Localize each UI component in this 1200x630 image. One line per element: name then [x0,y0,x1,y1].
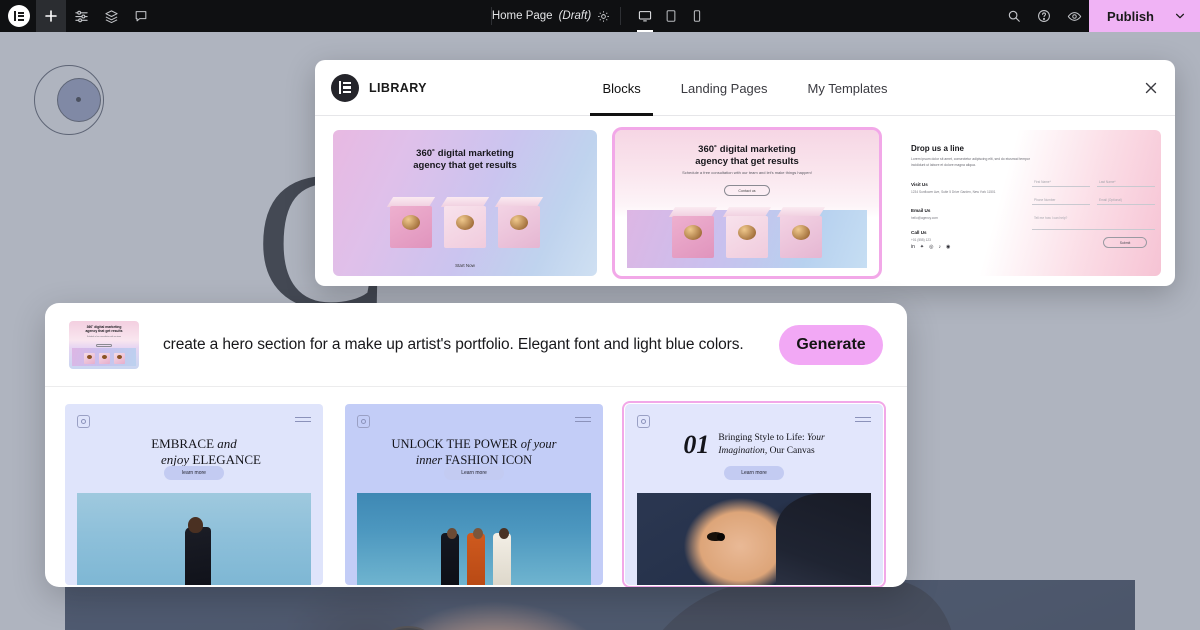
thumbnail-cube-3 [114,353,125,364]
template-3-text-visit: 1234 Sunflower Ave, Suite 5 Drive Garden… [911,190,1011,195]
result-2-person-1 [441,533,459,585]
tab-landing-pages[interactable]: Landing Pages [677,60,772,116]
library-tabs: Blocks Landing Pages My Templates [315,60,1175,116]
result-1-heading: EMBRACE and enjoy ELEGANCE [65,436,323,469]
selected-template-thumbnail[interactable]: 360˚ digital marketingagency that get re… [69,321,139,369]
template-2-subtitle: Schedule a free consultation with our te… [645,170,849,176]
thumbnail-subtitle: Schedule a free consultation with our te… [77,336,131,339]
result-3-number: 01 [683,432,709,458]
library-template-1[interactable]: 360˚ digital marketingagency that get re… [333,130,597,276]
tiktok-icon: ♪ [938,244,941,250]
responsive-mode-group [621,0,709,32]
library-header: LIBRARY Blocks Landing Pages My Template… [315,60,1175,116]
library-template-3[interactable]: Drop us a line Lorem ipsum dolor sit ame… [897,130,1161,276]
template-2-image-strip [627,210,867,268]
library-template-grid: 360˚ digital marketingagency that get re… [315,116,1175,286]
twitter-icon: ✦ [920,244,924,250]
result-1-image [77,493,311,585]
result-3-caption: Bringing Style to Life: YourImagination,… [718,432,824,458]
hamburger-menu-icon[interactable] [855,417,871,425]
template-1-heading: 360˚ digital marketingagency that get re… [333,148,597,173]
pinterest-icon: ◉ [946,244,950,250]
template-3-field-phone-label: Phone Number [1034,198,1055,202]
template-3-label-visit: Visit Us [911,182,928,187]
library-modal: LIBRARY Blocks Landing Pages My Template… [315,60,1175,286]
tablet-icon[interactable] [659,0,683,32]
template-3-field-message-label: Tell me how I can help? [1034,216,1067,220]
result-1-button[interactable]: learn more [164,466,224,480]
tab-my-templates[interactable]: My Templates [804,60,892,116]
template-1-cta: Start Now [333,263,597,268]
result-3-hair [776,493,871,585]
brand-mark-icon [357,415,370,428]
eye-icon[interactable] [1059,0,1089,32]
help-icon[interactable] [1029,0,1059,32]
instagram-icon: ◎ [929,244,933,250]
template-3-social-icons: in ✦ ◎ ♪ ◉ [911,244,950,250]
template-3-field-email-label: Email (Optional) [1099,198,1122,202]
template-3-submit-button[interactable]: Submit [1103,237,1147,248]
gear-icon[interactable] [597,10,610,23]
thumbnail-cta [96,344,112,348]
result-3-pupil [717,533,725,541]
template-2-cubes [627,198,867,258]
result-3-image [637,493,871,585]
ai-prompt-panel: 360˚ digital marketingagency that get re… [45,303,907,587]
page-title: Home Page [492,10,553,22]
brand-mark-icon [77,415,90,428]
search-icon[interactable] [999,0,1029,32]
template-1-cubes [333,188,597,248]
library-template-2[interactable]: 360˚ digital marketingagency that get re… [615,130,879,276]
result-2-image [357,493,591,585]
template-3-text-call: +01 (555) 123 [911,238,931,243]
result-card-1[interactable]: EMBRACE and enjoy ELEGANCE learn more [65,404,323,585]
result-1-person-head [188,517,203,533]
result-card-2[interactable]: UNLOCK THE POWER of your inner FASHION I… [345,404,603,585]
result-2-person-3 [493,533,511,585]
brand-mark-icon [637,415,650,428]
linkedin-icon: in [911,244,915,250]
thumbnail-image-strip [72,348,136,366]
chevron-down-icon[interactable] [1174,10,1186,22]
template-3-heading: Drop us a line [911,144,964,153]
desktop-icon[interactable] [633,0,657,32]
ai-results-grid: EMBRACE and enjoy ELEGANCE learn more UN… [45,387,907,587]
mobile-icon[interactable] [685,0,709,32]
template-3-field-first-name-label: First Name* [1034,180,1051,184]
result-1-person [185,527,211,585]
result-2-heading: UNLOCK THE POWER of your inner FASHION I… [345,436,603,468]
template-3-label-call: Call Us [911,230,927,235]
thumbnail-cube-2 [99,353,110,364]
top-bar-right-tools: Publish [999,0,1200,32]
tab-blocks[interactable]: Blocks [598,60,644,116]
ai-prompt-input[interactable]: create a hero section for a make up arti… [139,336,779,354]
template-3-field-last-name-label: Last Name* [1099,180,1116,184]
result-2-head-3 [499,528,509,539]
hamburger-menu-icon[interactable] [295,417,311,425]
result-card-3[interactable]: 01 Bringing Style to Life: YourImaginati… [625,404,883,585]
thumbnail-cube-1 [84,353,95,364]
template-3-paragraph: Lorem ipsum dolor sit amet, consectetur … [911,156,1031,168]
result-2-button[interactable]: Learn more [444,466,504,480]
publish-label: Publish [1107,9,1154,24]
generate-button[interactable]: Generate [779,325,883,365]
template-2-cta: Contact us [724,185,770,196]
close-icon[interactable] [1141,78,1161,98]
hamburger-menu-icon[interactable] [575,417,591,425]
template-3-label-email: Email Us [911,208,930,213]
template-2-heading: 360˚ digital marketingagency that get re… [615,144,879,169]
page-status: (Draft) [559,10,592,22]
thumbnail-heading: 360˚ digital marketingagency that get re… [69,325,139,334]
ai-prompt-row: 360˚ digital marketingagency that get re… [45,303,907,387]
result-2-person-2 [467,533,485,585]
result-2-head-2 [473,528,483,539]
editor-top-bar: Home Page (Draft) [0,0,1200,32]
result-3-heading: 01 Bringing Style to Life: YourImaginati… [625,432,883,458]
result-3-button[interactable]: Learn more [724,466,784,480]
publish-button[interactable]: Publish [1089,0,1200,32]
template-3-text-email: hello@agency.com [911,216,938,221]
page-title-group[interactable]: Home Page (Draft) [492,10,620,23]
